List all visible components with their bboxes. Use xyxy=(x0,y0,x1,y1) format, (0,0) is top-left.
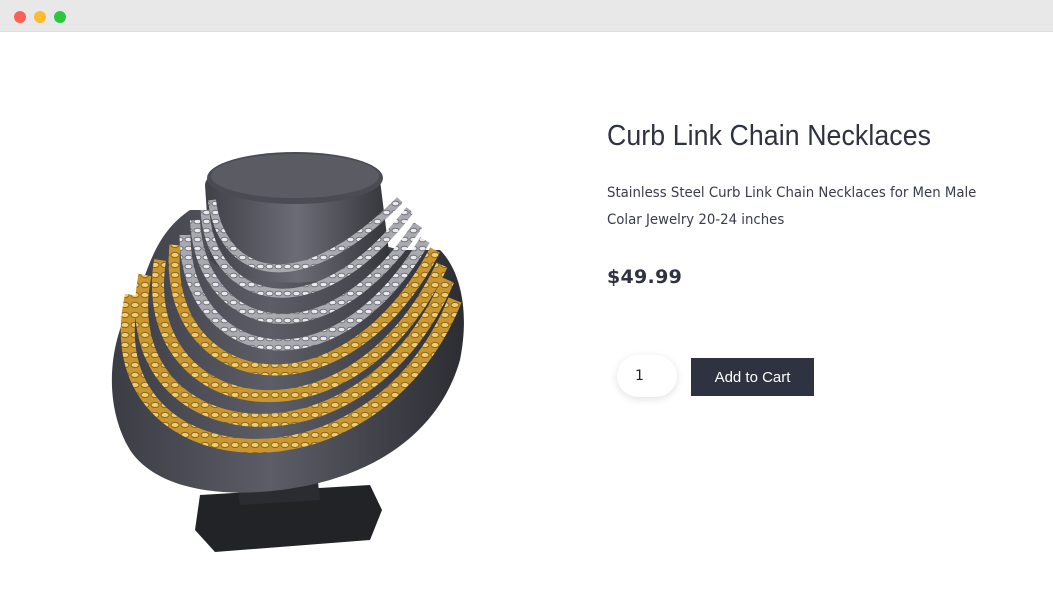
minimize-window-button[interactable] xyxy=(34,11,46,23)
add-to-cart-button[interactable]: Add to Cart xyxy=(691,358,814,396)
product-description: Stainless Steel Curb Link Chain Necklace… xyxy=(607,185,977,228)
maximize-window-button[interactable] xyxy=(54,11,66,23)
window-titlebar xyxy=(0,0,1053,32)
product-info: Curb Link Chain Necklaces Stainless Stee… xyxy=(607,120,1027,288)
necklace-bust-icon xyxy=(111,152,464,552)
add-to-cart-row: Add to Cart xyxy=(617,355,837,397)
close-window-button[interactable] xyxy=(14,11,26,23)
browser-window: Curb Link Chain Necklaces Stainless Stee… xyxy=(0,0,1053,597)
product-title: Curb Link Chain Necklaces xyxy=(607,120,932,152)
product-image xyxy=(40,100,560,590)
quantity-input[interactable] xyxy=(617,355,677,397)
product-price: $49.99 xyxy=(607,266,683,288)
